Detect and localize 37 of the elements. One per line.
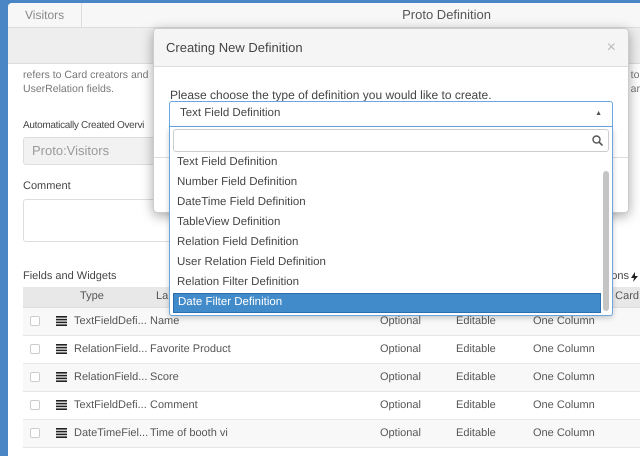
column-header: Type	[80, 289, 105, 304]
description-text: ar	[630, 82, 640, 96]
table-cell-text: One Column	[533, 398, 595, 413]
dialog-title: Creating New Definition	[166, 38, 303, 57]
description-text: to	[630, 68, 640, 82]
table-cell-text: One Column	[533, 314, 595, 329]
table-cell-text: RelationField...	[74, 370, 148, 385]
column-header: La	[156, 289, 168, 304]
table-cell-text: Editable	[456, 314, 497, 329]
table-cell-text: Favorite Product	[150, 342, 232, 357]
table-cell-text: Optional	[380, 314, 422, 329]
table-cell-text: Optional	[380, 426, 422, 441]
table-cell-text: Optional	[380, 370, 422, 385]
table-cell-text: One Column	[533, 370, 595, 385]
table-cell-text: Editable	[456, 426, 497, 441]
page-title: Proto Definition	[402, 6, 492, 24]
table-cell-text: Optional	[380, 342, 422, 357]
table-cell-text: Editable	[456, 370, 497, 385]
table-cell-text: TextFieldDefi...	[74, 314, 148, 329]
table-cell-text: RelationField...	[74, 342, 148, 357]
dialog-prompt: Please choose the type of definition you would like to create.	[170, 87, 493, 104]
field-label: Comment	[23, 179, 71, 194]
table-cell-text: Optional	[380, 398, 422, 413]
table-cell-text: Name	[150, 314, 180, 329]
description-text: UserRelation fields.	[23, 82, 116, 96]
table-cell-text: DateTimeFiel...	[74, 426, 150, 441]
table-cell-text: One Column	[533, 342, 595, 357]
table-cell-text: TextFieldDefi...	[74, 398, 148, 413]
table-cell-text: One Column	[533, 426, 595, 441]
table-cell-text: Editable	[456, 342, 497, 357]
section-title: Fields and Widgets	[23, 269, 117, 284]
table-cell-text: Time of booth vi	[150, 426, 229, 441]
table-cell-text: Score	[150, 370, 180, 385]
description-text: refers to Card creators and	[23, 68, 148, 82]
table-cell-text: Editable	[456, 398, 497, 413]
field-label: Automatically Created Overvi	[23, 119, 144, 133]
table-cell-text: Comment	[150, 398, 199, 413]
